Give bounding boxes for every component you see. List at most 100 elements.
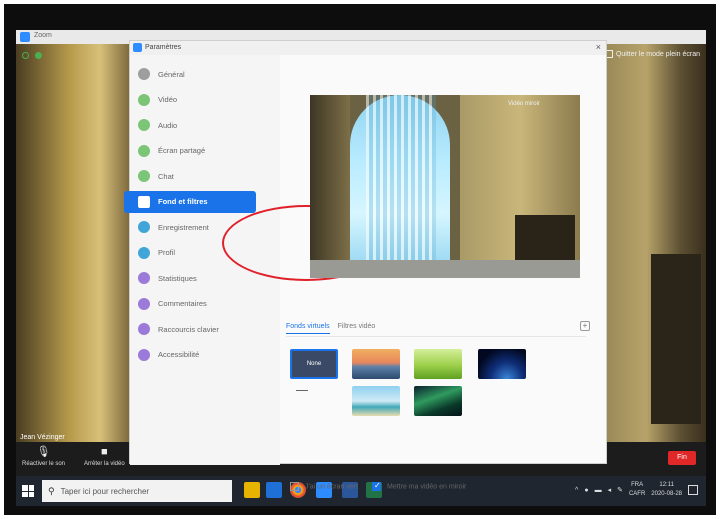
statistiques-icon xyxy=(138,272,150,284)
preview-desk xyxy=(310,260,580,278)
background-aurora[interactable] xyxy=(414,386,462,416)
zoom-window-title: Zoom xyxy=(34,32,52,39)
background-earth[interactable] xyxy=(478,349,526,379)
sidebar-item-label: Profil xyxy=(158,248,176,257)
profil-icon xyxy=(138,246,150,259)
sidebar-item-label: Écran partagé xyxy=(158,146,206,155)
sidebar-item-accessibilite[interactable]: Accessibilité xyxy=(130,344,280,366)
sidebar-item-label: Raccourcis clavier xyxy=(158,324,219,334)
volume-icon[interactable]: ◂ xyxy=(608,486,612,494)
background-options: J'ai un écran vert Mettre ma vidéo en mi… xyxy=(290,481,467,491)
zoom-logo-icon xyxy=(20,32,30,42)
settings-content: Vidéo miroir Fonds virtuels Filtres vidé… xyxy=(280,55,606,491)
windows-start-icon[interactable] xyxy=(22,485,34,497)
audio-icon xyxy=(138,119,150,131)
participant-name: Jean Vézinger xyxy=(20,434,65,441)
raccourcis-clavier-icon xyxy=(138,323,150,335)
meeting-video-right xyxy=(606,44,706,442)
exit-fullscreen-button[interactable]: Quitter le mode plein écran xyxy=(604,50,700,58)
sidebar-item-label: Statistiques xyxy=(158,273,197,283)
enregistrement-icon xyxy=(138,221,150,233)
settings-title: Paramètres xyxy=(145,44,182,51)
accessibilite-icon xyxy=(138,348,150,361)
zoom-logo-icon xyxy=(133,43,142,52)
mirror-video-checkbox[interactable] xyxy=(372,481,382,491)
preview-blinds xyxy=(366,95,436,260)
green-screen-checkbox[interactable] xyxy=(290,482,299,491)
sidebar-item-commentaires[interactable]: Commentaires xyxy=(130,293,280,315)
background-beach[interactable] xyxy=(352,386,400,416)
sidebar-item-label: Fond et filtres xyxy=(158,197,208,206)
clock-time: 12:11 xyxy=(659,482,674,488)
stop-video-button[interactable]: ■ Arrêter la vidéo xyxy=(84,446,125,467)
end-meeting-button[interactable]: Fin xyxy=(668,451,696,465)
video-camera-icon: ■ xyxy=(101,446,108,458)
green-screen-label: J'ai un écran vert xyxy=(304,483,359,491)
system-tray: ^ ● ▬ ◂ ✎ FRA CAFR 12:11 2020-08-28 xyxy=(575,481,698,499)
ecran-partage-icon xyxy=(138,144,150,157)
tabs-divider xyxy=(286,336,586,337)
shelf xyxy=(651,254,701,424)
tab-virtual-backgrounds[interactable]: Fonds virtuels xyxy=(286,323,330,334)
sidebar-item-label: Enregistrement xyxy=(158,222,209,232)
connection-icon[interactable] xyxy=(35,52,42,59)
unmute-button[interactable]: 🎙 Réactiver le son xyxy=(22,446,65,467)
commentaires-icon xyxy=(138,297,150,310)
sidebar-item-label: Commentaires xyxy=(158,299,207,308)
preview-mirror-toggle[interactable]: Vidéo miroir xyxy=(508,101,540,107)
green-screen-option[interactable]: J'ai un écran vert xyxy=(290,482,358,491)
file-explorer-icon[interactable] xyxy=(244,482,260,498)
monitor-photo: Zoom Quitter le mode plein écran Jean Vé… xyxy=(4,4,716,515)
sidebar-item-label: Chat xyxy=(158,171,174,181)
sidebar-item-general[interactable]: Général xyxy=(130,63,280,85)
windows-taskbar: ⚲ Taper ici pour rechercher ^ ● ▬ ◂ ✎ FR… xyxy=(16,476,706,506)
sidebar-item-fond-et-filtres[interactable]: Fond et filtres xyxy=(124,190,256,213)
stop-video-label: Arrêter la vidéo xyxy=(84,461,125,467)
screen: Zoom Quitter le mode plein écran Jean Vé… xyxy=(16,30,706,506)
pen-icon[interactable]: ✎ xyxy=(617,486,623,494)
sidebar-item-label: Général xyxy=(158,69,185,79)
settings-titlebar: Paramètres × xyxy=(130,41,606,55)
taskbar-search-placeholder: Taper ici pour rechercher xyxy=(60,486,150,496)
sidebar-item-video[interactable]: Vidéo xyxy=(130,89,280,111)
microphone-tray-icon[interactable]: ● xyxy=(584,487,588,494)
sidebar-item-raccourcis-clavier[interactable]: Raccourcis clavier xyxy=(130,318,280,340)
general-icon xyxy=(138,68,150,80)
shield-icon[interactable] xyxy=(22,52,29,59)
sidebar-item-audio[interactable]: Audio xyxy=(130,114,280,136)
settings-window: Paramètres × Général Vidéo Audio Écran part… xyxy=(124,40,607,491)
sidebar-item-label: Accessibilité xyxy=(158,350,200,359)
network-icon[interactable]: ▬ xyxy=(595,487,602,494)
search-icon: ⚲ xyxy=(48,485,55,496)
selected-indicator xyxy=(296,390,308,391)
unmute-label: Réactiver le son xyxy=(22,461,66,467)
microphone-icon: 🎙 xyxy=(36,446,51,458)
edge-icon[interactable] xyxy=(266,482,282,498)
language-indicator[interactable]: FRA CAFR xyxy=(629,481,645,499)
sidebar-item-label: Audio xyxy=(158,120,178,130)
clock-date: 2020-08-28 xyxy=(651,491,682,497)
meeting-video-left xyxy=(16,44,136,442)
background-golden-gate[interactable] xyxy=(352,349,400,379)
tab-video-filters[interactable]: Filtres vidéo xyxy=(338,323,376,334)
meeting-info-icons[interactable] xyxy=(22,52,42,59)
exit-fullscreen-label: Quitter le mode plein écran xyxy=(615,50,700,58)
mirror-video-option[interactable]: Mettre ma vidéo en miroir xyxy=(372,481,467,491)
mirror-video-label: Mettre ma vidéo en miroir xyxy=(387,483,467,491)
sidebar-item-label: Vidéo xyxy=(158,95,178,104)
close-icon[interactable]: × xyxy=(596,42,601,52)
add-background-icon[interactable]: + xyxy=(580,321,590,331)
sidebar-item-chat[interactable]: Chat xyxy=(130,165,280,187)
taskbar-search[interactable]: ⚲ Taper ici pour rechercher xyxy=(42,480,232,502)
camera-preview xyxy=(310,95,580,278)
chat-icon xyxy=(138,170,150,182)
background-tabs: Fonds virtuels Filtres vidéo xyxy=(286,323,375,334)
background-grass[interactable] xyxy=(414,349,462,379)
clock[interactable]: 12:11 2020-08-28 xyxy=(651,481,682,499)
notifications-icon[interactable] xyxy=(688,485,698,495)
chevron-up-icon[interactable]: ^ xyxy=(575,487,578,494)
video-icon xyxy=(138,93,150,106)
background-none[interactable]: None xyxy=(290,349,338,379)
preview-wall-left xyxy=(310,95,350,278)
sidebar-item-ecran-partage[interactable]: Écran partagé xyxy=(130,140,280,162)
